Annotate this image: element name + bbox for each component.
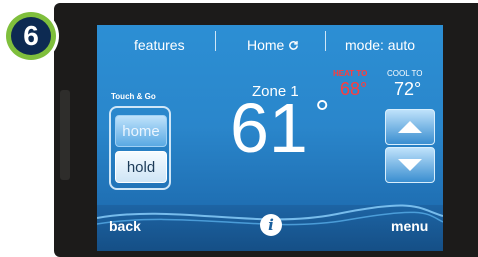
temp-down-button[interactable] <box>385 147 435 183</box>
home-preset-button[interactable]: home <box>115 115 167 147</box>
arrow-up-icon <box>398 121 422 133</box>
touch-go-title: Touch & Go <box>111 92 156 101</box>
heat-to-label: HEAT TO <box>333 69 368 78</box>
thermostat-screen: features Home mode: auto Touch & Go home… <box>97 25 443 251</box>
temp-up-button[interactable] <box>385 109 435 145</box>
cool-setpoint: 72° <box>394 79 422 99</box>
home-button[interactable]: Home <box>247 37 299 53</box>
back-button[interactable]: back <box>109 218 141 234</box>
info-button[interactable]: i <box>260 214 282 236</box>
home-label: Home <box>247 37 285 53</box>
heat-setpoint: 68° <box>340 79 368 99</box>
menu-button[interactable]: menu <box>391 218 428 234</box>
divider <box>325 31 326 51</box>
cool-to-label: COOL TO <box>387 69 423 78</box>
arrow-down-icon <box>398 159 422 171</box>
hold-preset-button[interactable]: hold <box>115 151 167 183</box>
refresh-icon <box>289 41 299 50</box>
features-button[interactable]: features <box>134 37 185 53</box>
top-bar: features Home mode: auto <box>97 25 443 63</box>
divider <box>215 31 216 51</box>
degree-symbol: ° <box>315 92 330 133</box>
bezel-edge <box>60 90 70 180</box>
step-number: 6 <box>11 17 51 55</box>
step-badge: 6 <box>6 12 56 60</box>
preset-group: home hold <box>109 106 171 190</box>
mode-button[interactable]: mode: auto <box>345 37 415 53</box>
current-temperature: 61 <box>230 89 308 167</box>
